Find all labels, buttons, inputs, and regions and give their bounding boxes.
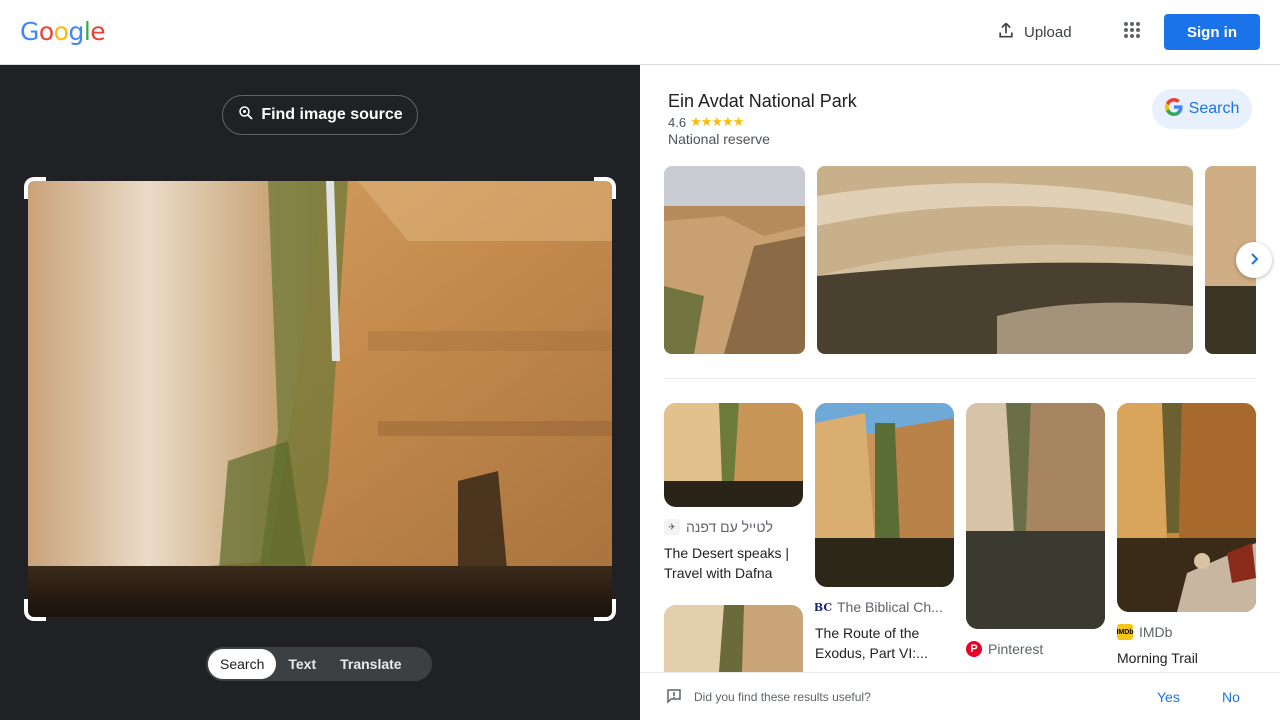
result-thumbnail (664, 403, 803, 507)
upload-button[interactable]: Upload (988, 16, 1080, 48)
lens-mode-tabs: Search Text Translate (206, 647, 432, 681)
lens-search-icon (237, 104, 255, 127)
find-image-source-button[interactable]: Find image source (222, 95, 418, 135)
result-source: BC The Biblical Ch... (815, 599, 943, 615)
result-source: ✈ לטייל עם דפנה (664, 519, 803, 535)
place-rating: 4.6 ★★★★★ (668, 114, 744, 130)
visual-match-5[interactable] (664, 605, 803, 672)
result-source: P Pinterest (966, 641, 1105, 657)
sign-in-button[interactable]: Sign in (1164, 14, 1260, 50)
crop-handle-bottom-left[interactable] (24, 599, 46, 621)
crop-selection[interactable] (24, 177, 616, 621)
result-thumbnail (966, 403, 1105, 629)
result-title: Morning Trail (1117, 650, 1198, 666)
apps-grid-icon (1123, 21, 1141, 44)
pinterest-icon: P (966, 641, 982, 657)
results-panel: Ein Avdat National Park 4.6 ★★★★★ Nation… (640, 65, 1280, 720)
result-thumbnail (1117, 403, 1256, 612)
visual-match-2[interactable]: BC The Biblical Ch... The Route of the E… (815, 403, 954, 663)
feedback-no-button[interactable]: No (1222, 689, 1240, 705)
place-photo-2[interactable] (817, 166, 1193, 354)
upload-label: Upload (1024, 23, 1072, 41)
google-apps-button[interactable] (1116, 16, 1148, 48)
place-photo-1[interactable] (664, 166, 805, 354)
visual-match-1[interactable]: ✈ לטייל עם דפנה The Desert speaks | Trav… (664, 403, 803, 583)
imdb-icon: IMDb (1117, 624, 1134, 640)
result-title: The Desert speaks | Travel with Dafna (664, 545, 790, 581)
place-type: National reserve (668, 131, 770, 147)
feedback-question: Did you find these results useful? (694, 690, 871, 704)
query-image (28, 181, 612, 617)
result-source: IMDb IMDb (1117, 624, 1173, 640)
feedback-yes-button[interactable]: Yes (1157, 689, 1180, 705)
result-thumbnail (664, 605, 803, 672)
section-divider (664, 378, 1256, 379)
biblical-site-favicon-icon: BC (815, 600, 833, 614)
search-label: Search (1188, 100, 1240, 117)
tab-translate[interactable]: Translate (328, 649, 413, 679)
rating-value: 4.6 (668, 114, 687, 130)
visual-match-3[interactable]: P Pinterest (966, 403, 1105, 657)
find-image-source-label: Find image source (261, 106, 403, 123)
result-thumbnail (815, 403, 954, 587)
rating-stars-icon: ★★★★★ (690, 114, 744, 129)
upload-icon (996, 20, 1016, 44)
google-g-icon (1164, 97, 1183, 121)
tab-search[interactable]: Search (208, 649, 277, 679)
top-bar: Google Upload Sign in (0, 0, 1280, 65)
google-search-button[interactable]: Search (1152, 89, 1252, 129)
crop-handle-top-right[interactable] (594, 177, 616, 199)
crop-handle-top-left[interactable] (24, 177, 46, 199)
feedback-icon (666, 688, 682, 709)
travel-site-favicon-icon: ✈ (664, 519, 680, 535)
tab-text[interactable]: Text (276, 649, 328, 679)
place-title[interactable]: Ein Avdat National Park (668, 91, 857, 112)
result-title: The Route of the Exodus, Part VI:... (815, 625, 928, 661)
visual-match-4[interactable]: IMDb IMDb Morning Trail (1117, 403, 1256, 668)
google-logo[interactable]: Google (20, 17, 106, 46)
chevron-right-icon (1247, 250, 1261, 271)
crop-handle-bottom-right[interactable] (594, 599, 616, 621)
query-image-panel: Find image source Search Text Translate (0, 65, 640, 720)
gallery-next-button[interactable] (1236, 242, 1272, 278)
feedback-bar: Did you find these results useful? Yes N… (640, 672, 1280, 720)
